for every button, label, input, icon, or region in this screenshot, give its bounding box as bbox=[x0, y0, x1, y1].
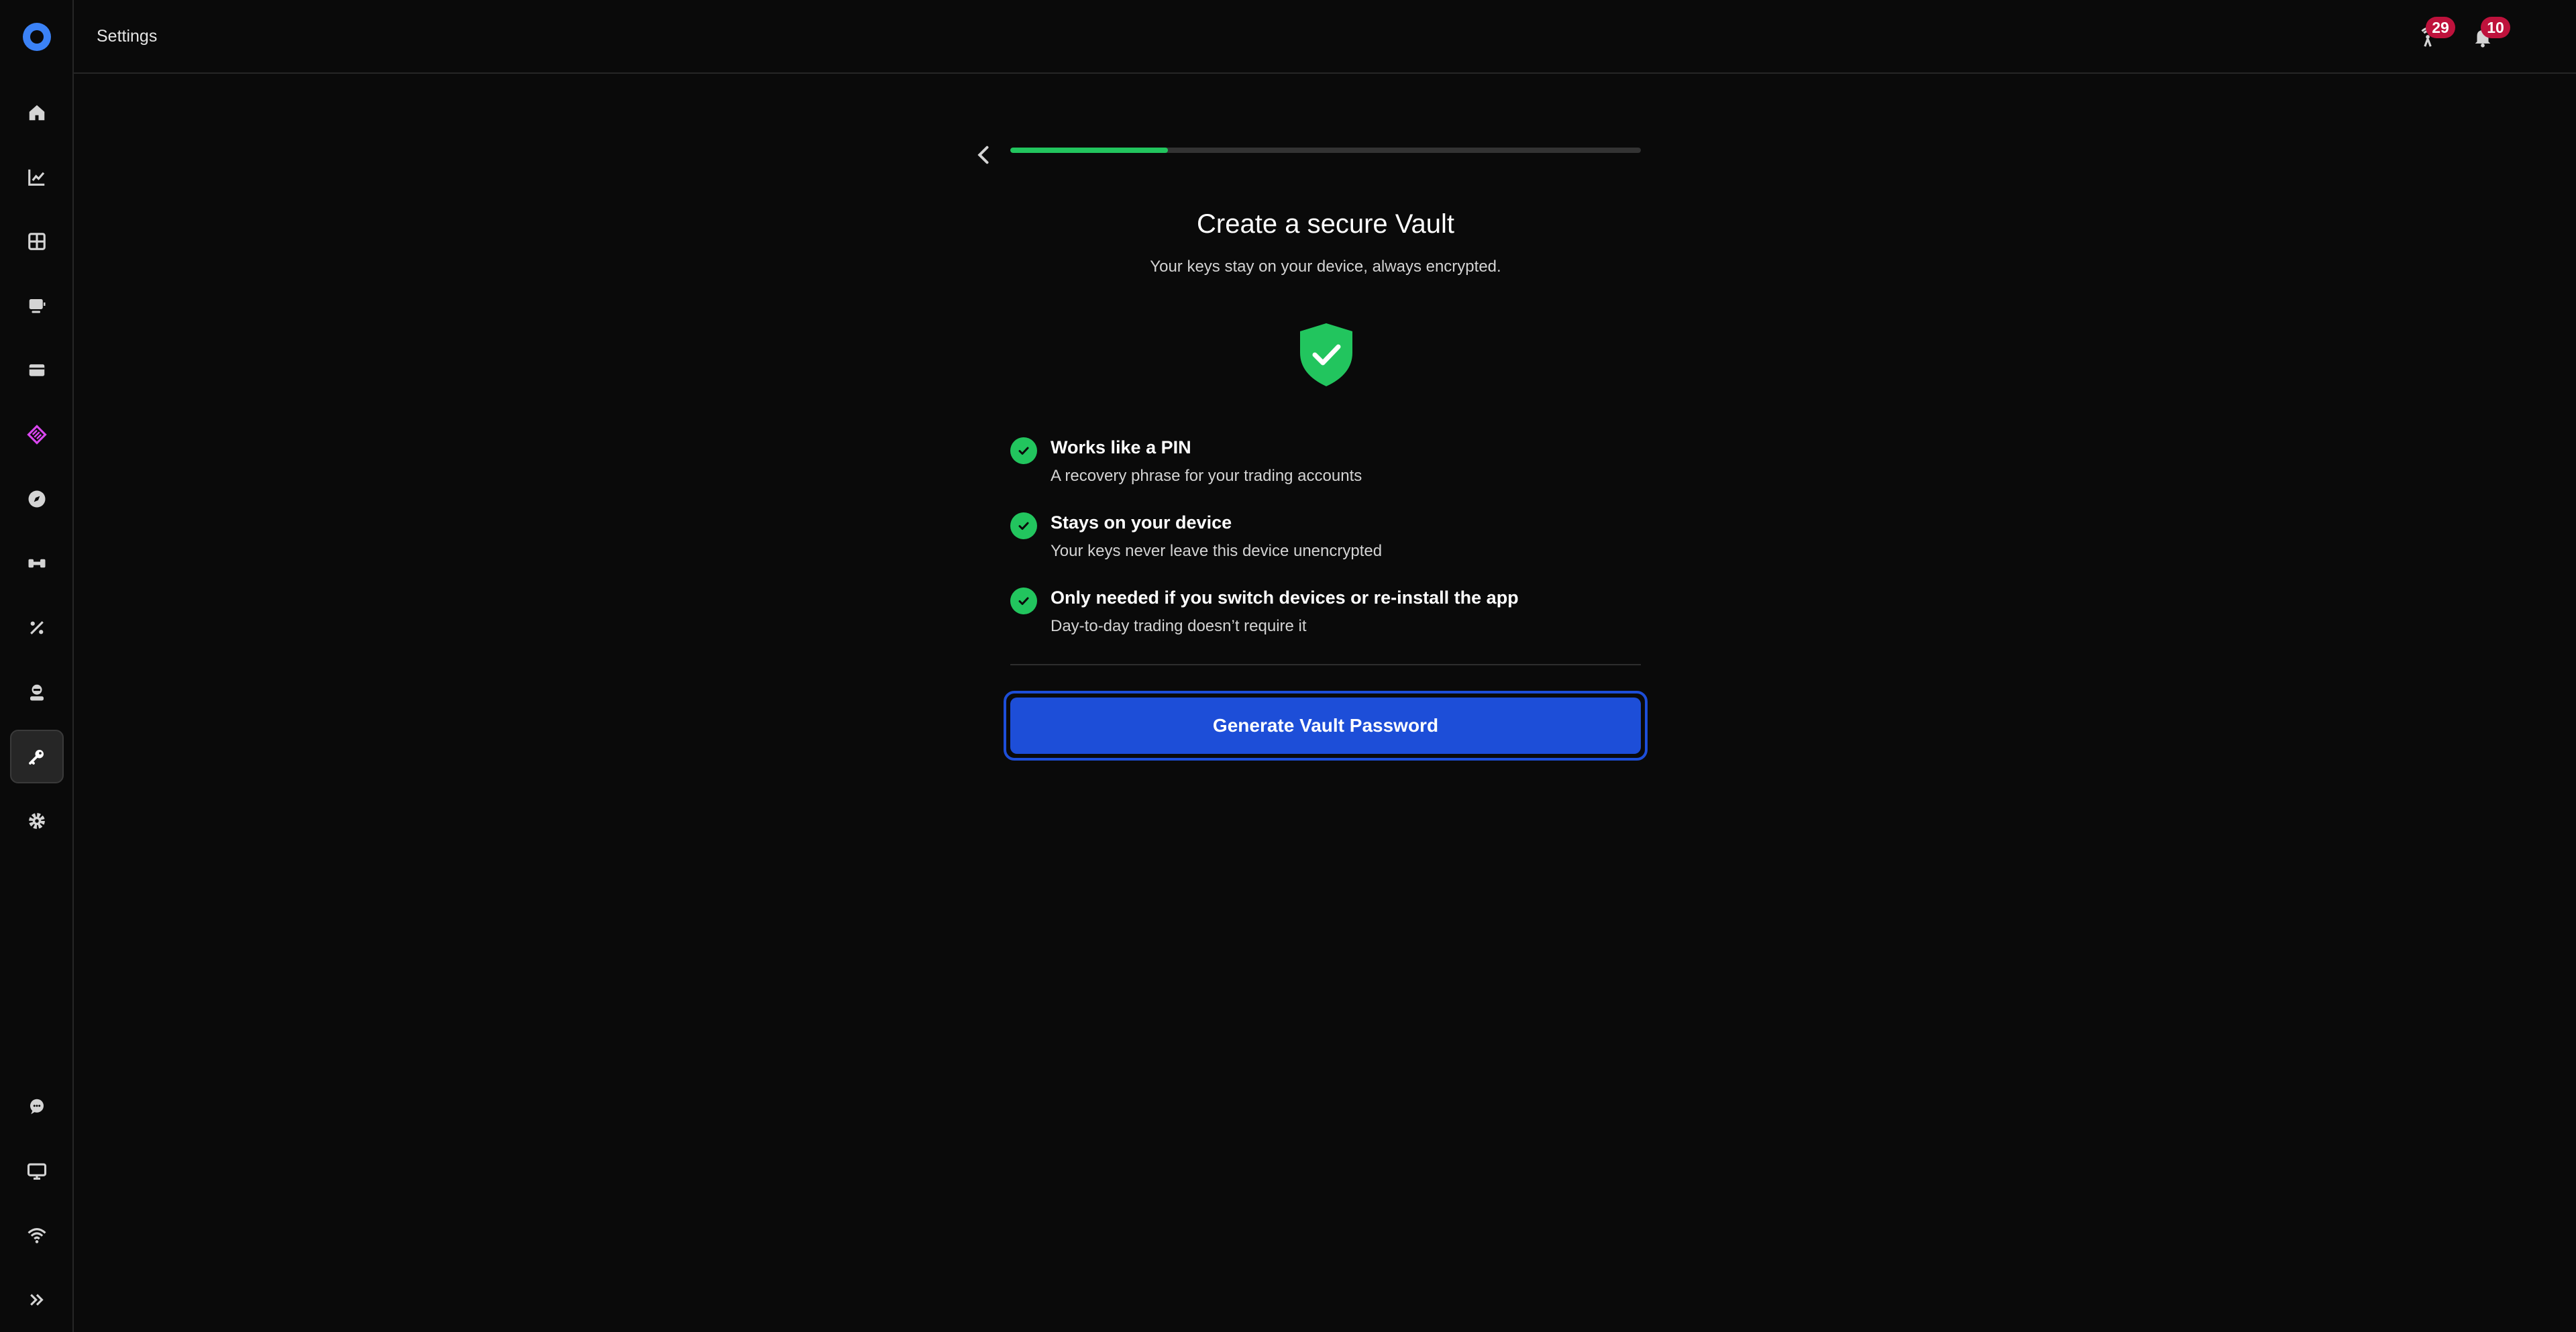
chart-icon bbox=[28, 169, 45, 186]
vault-setup-panel: Create a secure Vault Your keys stay on … bbox=[74, 75, 2576, 1332]
sidebar-item-vault[interactable] bbox=[10, 730, 64, 783]
sidebar-item-display[interactable] bbox=[10, 1144, 64, 1198]
sidebar-item-integrations[interactable] bbox=[10, 537, 64, 590]
desktop-icon bbox=[27, 1163, 47, 1180]
key-icon bbox=[29, 750, 44, 765]
feature-list: Works like a PIN A recovery phrase for y… bbox=[1008, 432, 1641, 657]
generate-vault-password-label: Generate Vault Password bbox=[1010, 698, 1641, 754]
chat-icon bbox=[30, 1099, 44, 1115]
feature-title: Stays on your device bbox=[1051, 512, 1232, 533]
list-item: Works like a PIN A recovery phrase for y… bbox=[1008, 432, 1641, 507]
feature-title: Works like a PIN bbox=[1051, 437, 1191, 457]
feature-title: Only needed if you switch devices or re-… bbox=[1051, 588, 1519, 608]
user-icon bbox=[30, 684, 44, 701]
check-circle-icon bbox=[1010, 437, 1037, 464]
wallet-icon bbox=[29, 364, 45, 376]
chevrons-right-icon bbox=[30, 1294, 44, 1306]
notifications-button[interactable]: 10 bbox=[2471, 17, 2510, 48]
home-icon bbox=[29, 105, 45, 121]
check-circle-icon bbox=[1010, 512, 1037, 539]
puzzle-icon bbox=[28, 559, 46, 568]
feature-description: Your keys never leave this device unencr… bbox=[1051, 542, 1383, 560]
sidebar-item-rewards[interactable] bbox=[10, 408, 64, 461]
sidebar-item-settings[interactable] bbox=[10, 794, 64, 848]
generate-vault-password-button[interactable]: Generate Vault Password bbox=[1004, 691, 1648, 761]
sidebar-item-connection[interactable] bbox=[10, 1209, 64, 1262]
chevron-left-icon bbox=[977, 146, 989, 164]
sidebar-item-analytics[interactable] bbox=[10, 150, 64, 204]
alerts-badge: 29 bbox=[2426, 17, 2455, 38]
compass-icon bbox=[28, 490, 46, 508]
setup-progress-fill bbox=[1010, 148, 1168, 153]
percent-icon bbox=[30, 621, 44, 634]
sidebar-item-dashboard[interactable] bbox=[10, 215, 64, 268]
grid-icon bbox=[28, 233, 46, 250]
shield-check-icon bbox=[1300, 323, 1352, 386]
list-item: Only needed if you switch devices or re-… bbox=[1008, 582, 1641, 657]
topbar: Settings 29 10 bbox=[74, 0, 2576, 74]
sidebar-item-fees[interactable] bbox=[10, 601, 64, 655]
setup-progress-bar bbox=[1010, 148, 1641, 153]
feature-description: Day-to-day trading doesn’t require it bbox=[1051, 617, 1307, 635]
vault-subtitle: Your keys stay on your device, always en… bbox=[1150, 258, 1501, 276]
diamond-icon bbox=[27, 425, 47, 445]
monitor-icon bbox=[29, 299, 46, 313]
check-circle-icon bbox=[1010, 588, 1037, 614]
sidebar-item-support[interactable] bbox=[10, 1080, 64, 1133]
sidebar-item-account[interactable] bbox=[10, 665, 64, 719]
alerts-button[interactable]: 29 bbox=[2416, 17, 2455, 48]
sidebar-item-home[interactable] bbox=[10, 86, 64, 140]
sidebar-item-wallet[interactable] bbox=[10, 343, 64, 397]
sidebar-item-explore[interactable] bbox=[10, 472, 64, 526]
app-logo[interactable] bbox=[23, 23, 51, 51]
notifications-badge: 10 bbox=[2481, 17, 2510, 38]
vault-title: Create a secure Vault bbox=[1197, 209, 1454, 239]
gear-icon bbox=[29, 813, 45, 829]
wifi-icon bbox=[28, 1228, 46, 1243]
feature-description: A recovery phrase for your trading accou… bbox=[1051, 467, 1362, 485]
sidebar-expand-button[interactable] bbox=[10, 1273, 64, 1327]
sidebar-item-terminal[interactable] bbox=[10, 279, 64, 333]
list-item: Stays on your device Your keys never lea… bbox=[1008, 507, 1641, 582]
sidebar bbox=[0, 0, 74, 1332]
back-button[interactable] bbox=[966, 137, 1002, 173]
divider bbox=[1010, 664, 1641, 665]
page-title: Settings bbox=[97, 27, 158, 46]
